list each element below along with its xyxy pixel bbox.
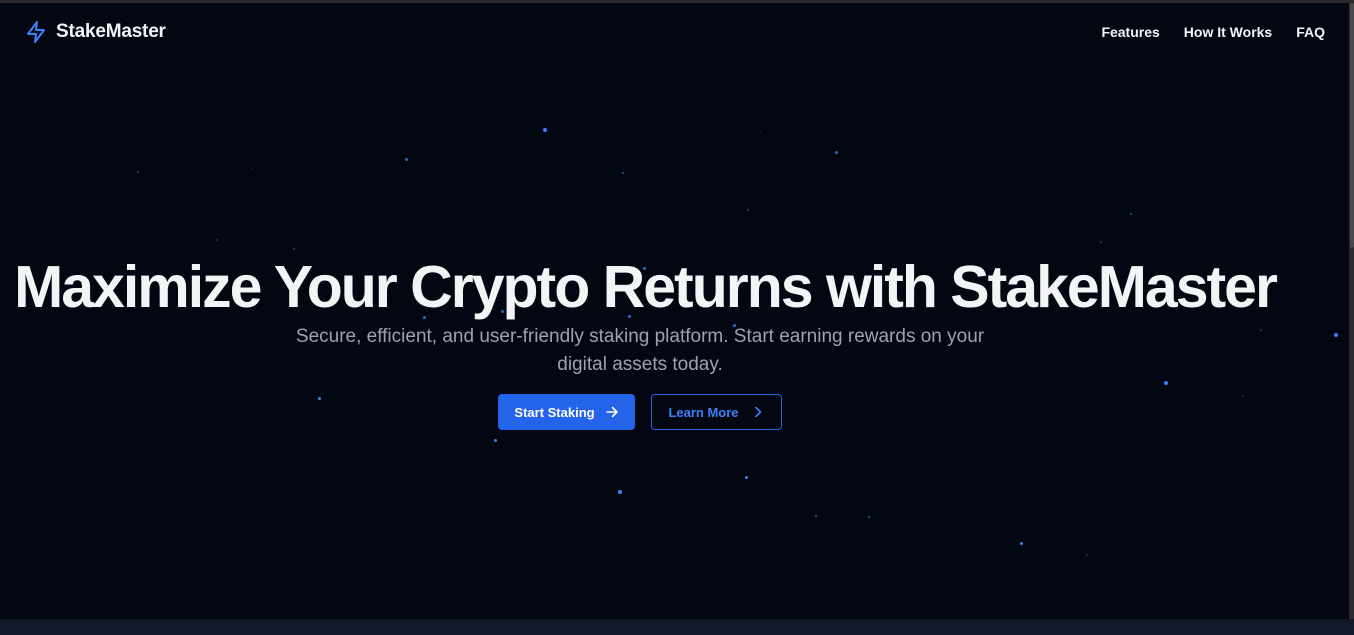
star: [868, 516, 870, 518]
star: [216, 239, 218, 241]
star: [405, 158, 408, 161]
learn-more-button[interactable]: Learn More: [651, 394, 782, 430]
hero-subtitle: Secure, efficient, and user-friendly sta…: [295, 326, 985, 375]
lightning-bolt-icon: [24, 20, 48, 44]
star: [747, 209, 749, 211]
star: [318, 397, 321, 400]
star: [1020, 542, 1023, 545]
brand-name: StakeMaster: [56, 21, 166, 42]
chevron-right-icon: [751, 405, 765, 419]
star: [1260, 329, 1262, 331]
navbar: StakeMaster Features How It Works FAQ: [0, 3, 1349, 61]
star: [293, 248, 295, 250]
star: [760, 131, 761, 132]
brand-logo-link[interactable]: StakeMaster: [24, 20, 166, 44]
learn-more-label: Learn More: [668, 404, 739, 420]
nav-link-how-it-works[interactable]: How It Works: [1184, 24, 1272, 40]
star: [543, 128, 547, 132]
star: [137, 171, 139, 173]
star: [252, 168, 253, 169]
star: [815, 515, 817, 517]
star: [745, 476, 748, 479]
star: [1334, 333, 1338, 337]
nav-link-features[interactable]: Features: [1101, 24, 1159, 40]
start-staking-button[interactable]: Start Staking: [498, 394, 635, 430]
star: [494, 439, 497, 442]
hero-title: Maximize Your Crypto Returns with StakeM…: [14, 254, 1278, 320]
star: [622, 172, 624, 174]
star: [618, 490, 622, 494]
star: [835, 151, 838, 154]
nav-link-faq[interactable]: FAQ: [1296, 24, 1325, 40]
scrollbar-thumb[interactable]: [1350, 3, 1354, 248]
nav-links: Features How It Works FAQ: [1101, 24, 1325, 40]
start-staking-label: Start Staking: [514, 404, 595, 420]
star: [1130, 213, 1132, 215]
star: [1100, 241, 1102, 243]
page-viewport: StakeMaster Features How It Works FAQ Ma…: [0, 3, 1349, 619]
star: [1242, 395, 1244, 397]
arrow-right-icon: [605, 405, 619, 419]
star: [1164, 381, 1168, 385]
next-section-edge: [0, 619, 1354, 635]
star: [1086, 554, 1088, 556]
